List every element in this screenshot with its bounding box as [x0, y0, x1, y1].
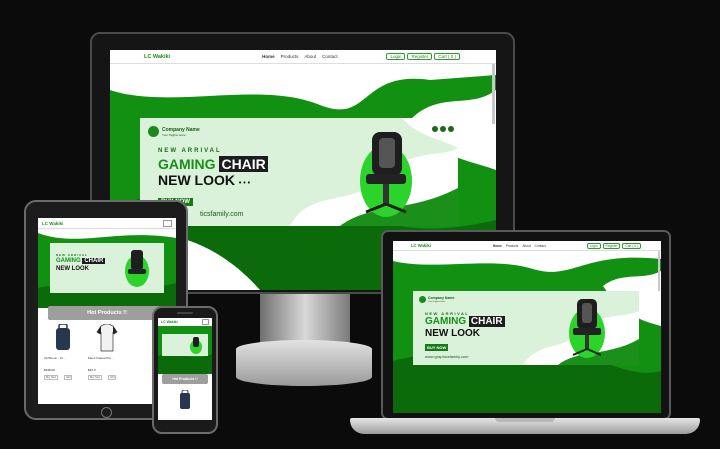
nav-links: Home Products About Contact [493, 244, 546, 248]
gaming-chair-heading: GAMING CHAIR [425, 316, 505, 327]
buy-now-button[interactable]: BUY NOW [425, 344, 449, 351]
laptop-scrollbar[interactable] [658, 251, 660, 291]
nav-link-about[interactable]: About [304, 54, 316, 59]
tshirt-product-image [96, 324, 118, 352]
hot-products-banner: Hot Products !! [48, 306, 166, 320]
gaming-chair-heading: GAMING CHAIR [56, 258, 106, 264]
gaming-chair-heading: GAMING CHAIR [158, 156, 268, 172]
gaming-word: GAMING [56, 258, 81, 264]
product-card[interactable] [170, 388, 200, 418]
cart-button[interactable]: Cart ( 0 ) [622, 242, 641, 249]
product-price: $22.3 [88, 368, 96, 372]
social-icons [432, 126, 454, 132]
new-look-heading: NEW LOOK [425, 328, 480, 339]
menu-toggle-icon[interactable] [202, 319, 209, 325]
company-name: Company Name [428, 296, 455, 300]
tablet-home-button[interactable] [101, 407, 112, 418]
new-look-text: NEW LOOK [158, 172, 235, 188]
new-look-text: NEW LOOK [425, 328, 480, 339]
desktop-navbar: LC Wakiki Home Products About Contact Lo… [110, 50, 496, 64]
register-button[interactable]: Register [602, 242, 621, 249]
menu-toggle-icon[interactable] [163, 219, 172, 227]
nav-buttons: Login Register Cart ( 0 ) [386, 53, 460, 60]
website-text: www.graphicsfamily.com [425, 354, 469, 359]
gaming-chair-image [125, 250, 149, 287]
phone-hero-banner[interactable] [162, 334, 208, 356]
chair-word: CHAIR [219, 156, 268, 172]
nav-buttons: Login Register Cart ( 0 ) [586, 242, 641, 249]
tablet-hero-banner[interactable]: NEW ARRIVAL GAMING CHAIR NEW LOOK [50, 243, 164, 293]
add-to-cart-button[interactable]: Add [108, 375, 117, 380]
phone-screen: LC Wakiki Hot Products !! [158, 318, 212, 420]
gaming-chair-image [190, 337, 202, 354]
backpack-product-image [180, 390, 190, 409]
buy-now-button[interactable]: Buy Now [88, 375, 103, 380]
register-button[interactable]: Register [407, 53, 433, 60]
gaming-word: GAMING [158, 156, 216, 172]
chair-word: CHAIR [82, 258, 106, 264]
nav-link-products[interactable]: Products [506, 244, 519, 248]
laptop-hero-banner[interactable]: Company Name Your Tagline Here NEW ARRIV… [413, 291, 639, 365]
cart-button[interactable]: Cart ( 0 ) [434, 53, 460, 60]
product-price: $198.00 [44, 368, 55, 372]
buy-now-button[interactable]: Buy Now [44, 375, 59, 380]
product-name: Mens Casual Pre... [88, 356, 114, 360]
dots-decoration: • • • [238, 180, 251, 187]
gaming-chair-image [569, 299, 605, 358]
desktop-monitor-stand [260, 294, 350, 344]
new-look-heading: NEW LOOK [56, 266, 89, 272]
hot-products-banner: Hot Products !! [162, 374, 208, 384]
gaming-word: GAMING [425, 316, 467, 327]
laptop-screen: LC Wakiki Home Products About Contact Lo… [393, 241, 661, 413]
website-text: ticsfamily.com [200, 211, 244, 218]
nav-links: Home Products About Contact [262, 54, 338, 59]
instagram-icon[interactable] [440, 126, 446, 132]
youtube-icon[interactable] [432, 126, 438, 132]
company-logo-icon [148, 126, 159, 137]
facebook-icon[interactable] [448, 126, 454, 132]
nav-link-contact[interactable]: Contact [322, 54, 338, 59]
nav-link-contact[interactable]: Contact [535, 244, 546, 248]
nav-link-home[interactable]: Home [262, 54, 275, 59]
product-name: Opfhnenn - Yo... [44, 356, 66, 360]
new-look-heading: NEW LOOK • • • [158, 172, 250, 188]
new-look-text: NEW LOOK [56, 266, 89, 272]
desktop-monitor-base [236, 340, 372, 386]
chair-word: CHAIR [468, 316, 505, 327]
phone-speaker [177, 312, 193, 314]
product-card[interactable]: Opfhnenn - Yo... $198.00 Buy Now Add [42, 322, 84, 386]
desktop-scrollbar[interactable] [492, 64, 495, 124]
laptop-navbar: LC Wakiki Home Products About Contact Lo… [393, 241, 661, 251]
new-arrival-text: NEW ARRIVAL [158, 148, 222, 154]
nav-link-home[interactable]: Home [493, 244, 502, 248]
add-to-cart-button[interactable]: Add [64, 375, 73, 380]
nav-link-products[interactable]: Products [281, 54, 299, 59]
brand-logo[interactable]: LC Wakiki [42, 221, 63, 226]
backpack-product-image [56, 324, 70, 350]
company-tagline: Your Tagline Here [428, 301, 446, 303]
brand-logo[interactable]: LC Wakiki [411, 243, 431, 248]
login-button[interactable]: Login [386, 53, 406, 60]
gaming-chair-image [360, 132, 412, 217]
nav-link-about[interactable]: About [522, 244, 530, 248]
login-button[interactable]: Login [586, 242, 601, 249]
new-arrival-text: NEW ARRIVAL [56, 253, 88, 257]
company-logo-icon [419, 296, 426, 303]
product-card[interactable]: Mens Casual Pre... $22.3 Buy Now Add [86, 322, 128, 386]
brand-logo[interactable]: LC Wakiki [144, 54, 170, 60]
brand-logo[interactable]: LC Wakiki [161, 320, 178, 324]
company-tagline: Your Tagline Here [162, 133, 186, 137]
laptop-notch [495, 418, 555, 422]
